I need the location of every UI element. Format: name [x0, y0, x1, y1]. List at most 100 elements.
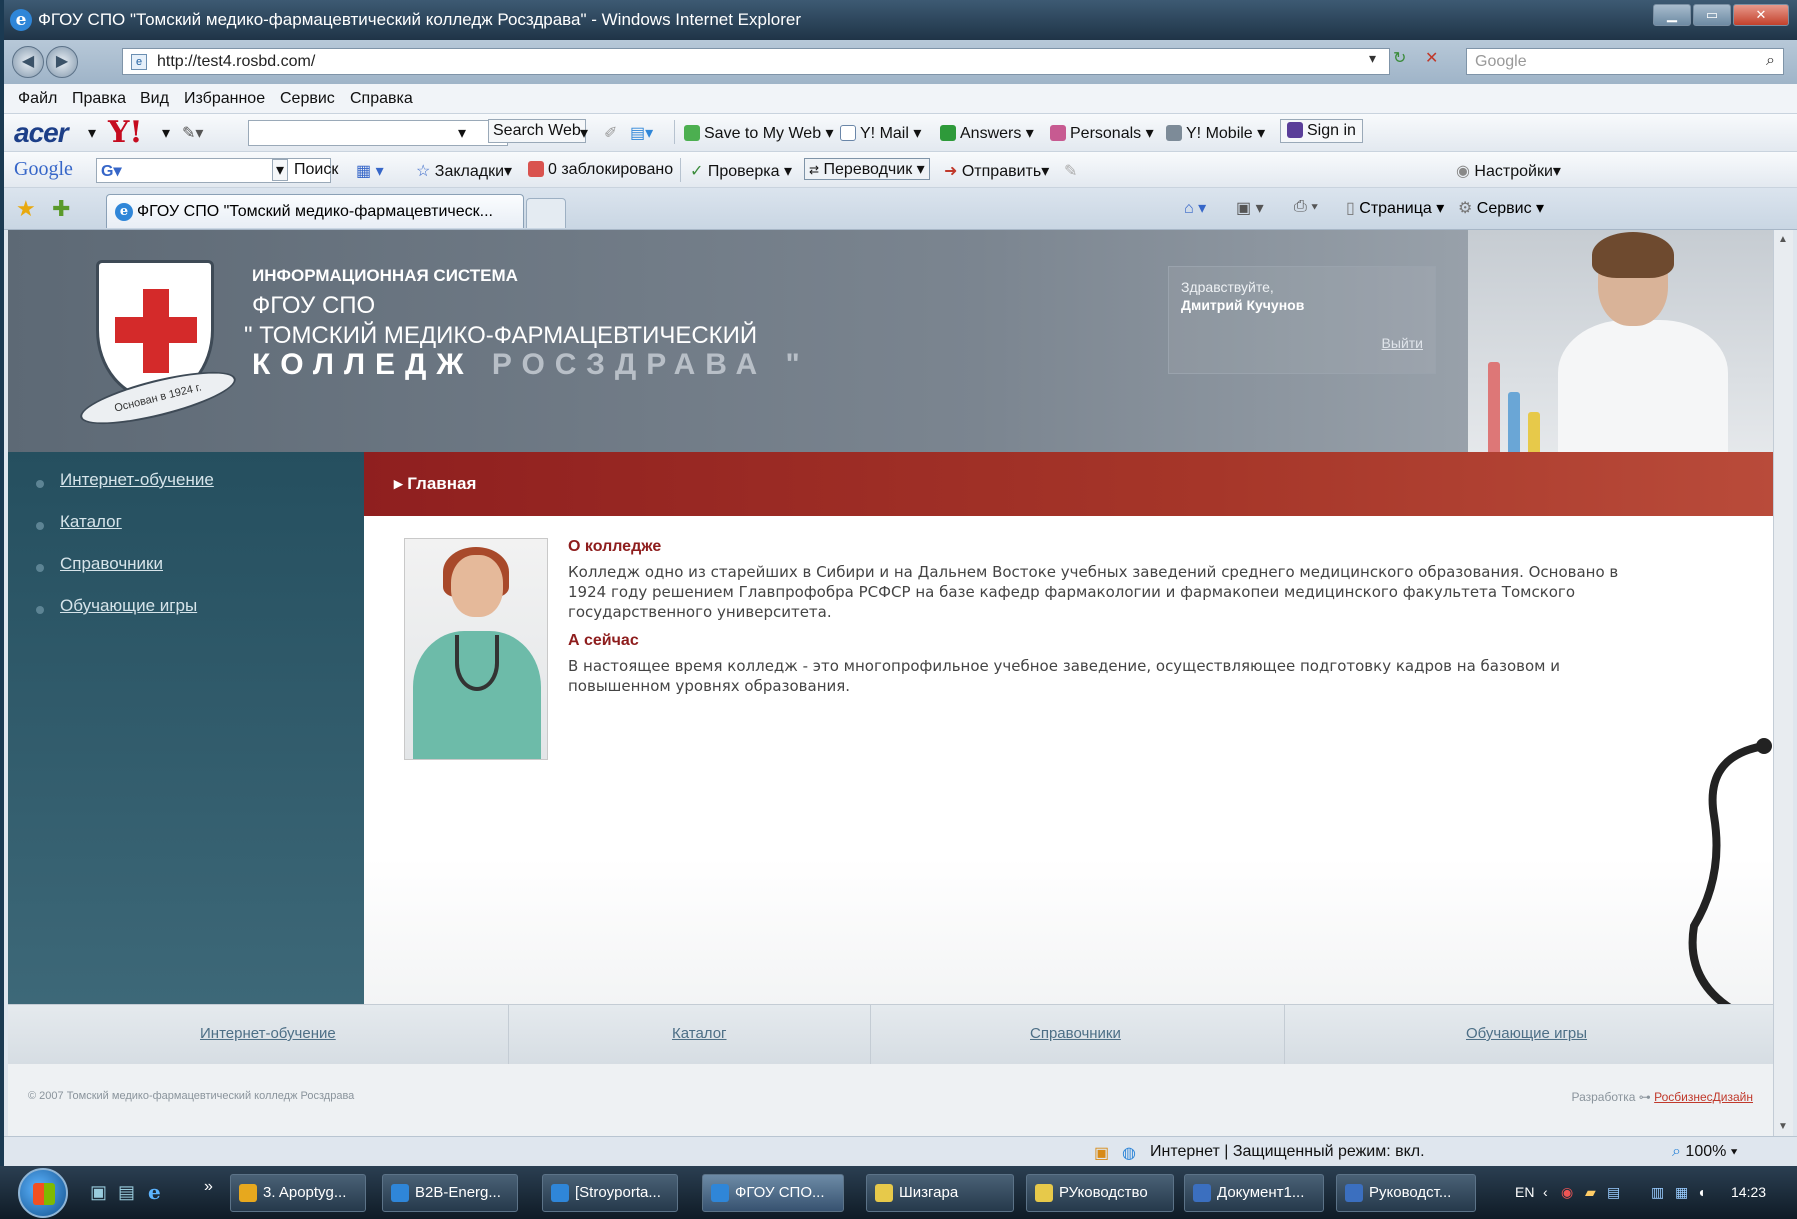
tab-active[interactable]: e ФГОУ СПО "Томский медико-фармацевтичес… [106, 194, 524, 228]
yahoo-dropdown-icon[interactable]: ▾ [162, 123, 170, 143]
spellcheck-button[interactable]: ✓ Проверка ▾ [690, 161, 792, 181]
back-button[interactable]: ◀ [12, 46, 44, 78]
google-search-dropdown-icon[interactable]: ▾ [272, 159, 289, 181]
scroll-up-icon[interactable]: ▲ [1778, 234, 1788, 245]
taskbar-button-active[interactable]: ФГОУ СПО... [702, 1174, 844, 1212]
yahoo-mail-button[interactable]: Y! Mail ▾ [840, 123, 921, 143]
ie-icon [711, 1184, 729, 1202]
bookmarks-button[interactable]: ☆ Закладки▾ [416, 161, 512, 181]
clip-icon[interactable]: ✎ [1064, 161, 1077, 181]
system-tray: EN ‹ ◉ ▰ ▤ ▥ ▦ ◖ 14:23 [1507, 1166, 1797, 1219]
show-desktop-icon[interactable]: ▣ [90, 1182, 107, 1203]
yahoo-logo[interactable]: Y! [108, 115, 143, 150]
sign-in-button[interactable]: Sign in [1280, 119, 1363, 143]
acer-dropdown-icon[interactable]: ▾ [88, 123, 96, 143]
forward-button[interactable]: ▶ [46, 46, 78, 78]
home-icon[interactable]: ⌂ ▾ [1184, 198, 1206, 218]
pencil-icon[interactable]: ✎▾ [182, 123, 203, 143]
add-favorites-icon[interactable]: ✚ [52, 196, 70, 222]
bookmark-menu-icon[interactable]: ▤▾ [630, 123, 653, 143]
yahoo-mobile-button[interactable]: Y! Mobile ▾ [1166, 123, 1265, 143]
taskbar-button[interactable]: B2B-Energ... [382, 1174, 518, 1212]
tools-menu-button[interactable]: ⚙ Сервис ▾ [1458, 198, 1544, 218]
answers-button[interactable]: Answers ▾ [940, 123, 1034, 143]
menu-favorites[interactable]: Избранное [184, 90, 265, 108]
footer-link-catalog[interactable]: Каталог [672, 1025, 727, 1042]
network-icon[interactable]: ▥ [1651, 1184, 1664, 1201]
footer-link-games[interactable]: Обучающие игры [1466, 1025, 1587, 1042]
taskbar-button[interactable]: Руководст... [1336, 1174, 1476, 1212]
sidebar-item-references[interactable]: Справочники [60, 554, 163, 574]
antivirus-icon[interactable]: ◉ [1561, 1184, 1573, 1201]
taskbar-button[interactable]: Шизгара [866, 1174, 1014, 1212]
taskbar-button-label: Шизгара [899, 1184, 959, 1201]
footer-link-online-learning[interactable]: Интернет-обучение [200, 1025, 336, 1042]
switch-windows-icon[interactable]: ▤ [118, 1182, 135, 1203]
clock[interactable]: 14:23 [1731, 1184, 1766, 1200]
highlight-icon[interactable]: ✐ [604, 123, 617, 143]
quicklaunch-more-icon[interactable]: » [204, 1178, 213, 1196]
menu-edit[interactable]: Правка [72, 90, 126, 108]
settings-label: Настройки [1474, 163, 1553, 180]
personals-button[interactable]: Personals ▾ [1050, 123, 1154, 143]
address-bar[interactable]: e http://test4.rosbd.com/ [122, 48, 1390, 75]
search-web-dropdown-icon[interactable]: ▾ [580, 123, 588, 143]
search-icon[interactable]: ⌕ [1766, 52, 1775, 70]
taskbar-button[interactable]: РУководство [1026, 1174, 1174, 1212]
logout-link[interactable]: Выйти [1382, 335, 1423, 351]
start-button[interactable] [18, 1168, 68, 1218]
taskbar-button[interactable]: Документ1... [1184, 1174, 1324, 1212]
breadcrumb-bar: ▸ Главная [364, 452, 1773, 516]
breadcrumb[interactable]: ▸ Главная [394, 474, 476, 494]
settings-button[interactable]: ◉ Настройки▾ [1456, 161, 1561, 181]
page-menu-button[interactable]: ▯ Страница ▾ [1346, 198, 1444, 218]
taskbar-button[interactable]: 3. Apoptyg... [230, 1174, 366, 1212]
save-to-my-web-button[interactable]: Save to My Web ▾ [684, 123, 834, 143]
menu-view[interactable]: Вид [140, 90, 169, 108]
google-g-icon: G▾ [101, 163, 122, 180]
settings-icon: ◉ [1456, 163, 1470, 180]
feeds-icon[interactable]: ▣ ▾ [1236, 198, 1264, 218]
search-web-button[interactable]: Search Web [488, 119, 586, 143]
google-search-button[interactable]: Поиск [294, 161, 338, 179]
translate-button[interactable]: ⇄ Переводчик ▾ [804, 158, 930, 180]
dropdown-icon[interactable]: ▾ [1369, 50, 1376, 67]
sidebar-item-online-learning[interactable]: Интернет-обучение [60, 470, 214, 490]
sidebar-item-games[interactable]: Обучающие игры [60, 596, 197, 616]
menu-tools[interactable]: Сервис [280, 90, 335, 108]
security-zone[interactable]: Интернет | Защищенный режим: вкл. [1150, 1143, 1425, 1161]
translate-label: Переводчик [823, 161, 913, 178]
taskbar-button[interactable]: [Stroyporta... [542, 1174, 678, 1212]
vertical-scrollbar[interactable]: ▲ ▼ [1773, 230, 1793, 1136]
search-dropdown-icon[interactable]: ▾ [458, 123, 466, 143]
zoom-level[interactable]: ⌕ 100% ▾ [1672, 1143, 1738, 1161]
language-indicator[interactable]: EN [1515, 1184, 1534, 1200]
send-button[interactable]: ➜ Отправить▾ [944, 161, 1049, 181]
refresh-icon[interactable]: ↻ [1393, 48, 1406, 68]
banner-line-system: ИНФОРМАЦИОННАЯ СИСТЕМА [252, 266, 518, 285]
tray-expand-icon[interactable]: ‹ [1543, 1184, 1548, 1200]
google-options-icon[interactable]: ▦ ▾ [356, 161, 384, 181]
protected-mode-icon[interactable]: ▣ [1094, 1143, 1109, 1163]
footer-link-references[interactable]: Справочники [1030, 1025, 1121, 1042]
maximize-button[interactable]: ▭ [1693, 4, 1731, 26]
yahoo-search-input[interactable] [248, 120, 508, 146]
stop-icon[interactable]: ✕ [1425, 48, 1438, 68]
developer-link[interactable]: РосбизнесДизайн [1654, 1090, 1753, 1104]
minimize-button[interactable]: ▁ [1653, 4, 1691, 26]
close-button[interactable]: ✕ [1733, 4, 1789, 26]
popup-blocker-button[interactable]: 0 заблокировано [528, 161, 673, 179]
scroll-down-icon[interactable]: ▼ [1778, 1121, 1788, 1132]
live-search-input[interactable]: Google ⌕ [1466, 48, 1784, 75]
tray-app-icon[interactable]: ▰ [1585, 1184, 1596, 1201]
sidebar-item-catalog[interactable]: Каталог [60, 512, 122, 532]
menu-file[interactable]: Файл [18, 90, 57, 108]
ie-quicklaunch-icon[interactable]: e [148, 1180, 161, 1204]
print-icon[interactable]: ⎙ ▾ [1294, 198, 1318, 216]
volume-icon[interactable]: ◖ [1697, 1184, 1705, 1200]
tray-app-icon[interactable]: ▤ [1607, 1184, 1620, 1201]
favorites-star-icon[interactable]: ★ [16, 196, 36, 222]
menu-help[interactable]: Справка [350, 90, 413, 108]
tray-app-icon[interactable]: ▦ [1675, 1184, 1688, 1201]
new-tab-button[interactable] [526, 198, 566, 228]
